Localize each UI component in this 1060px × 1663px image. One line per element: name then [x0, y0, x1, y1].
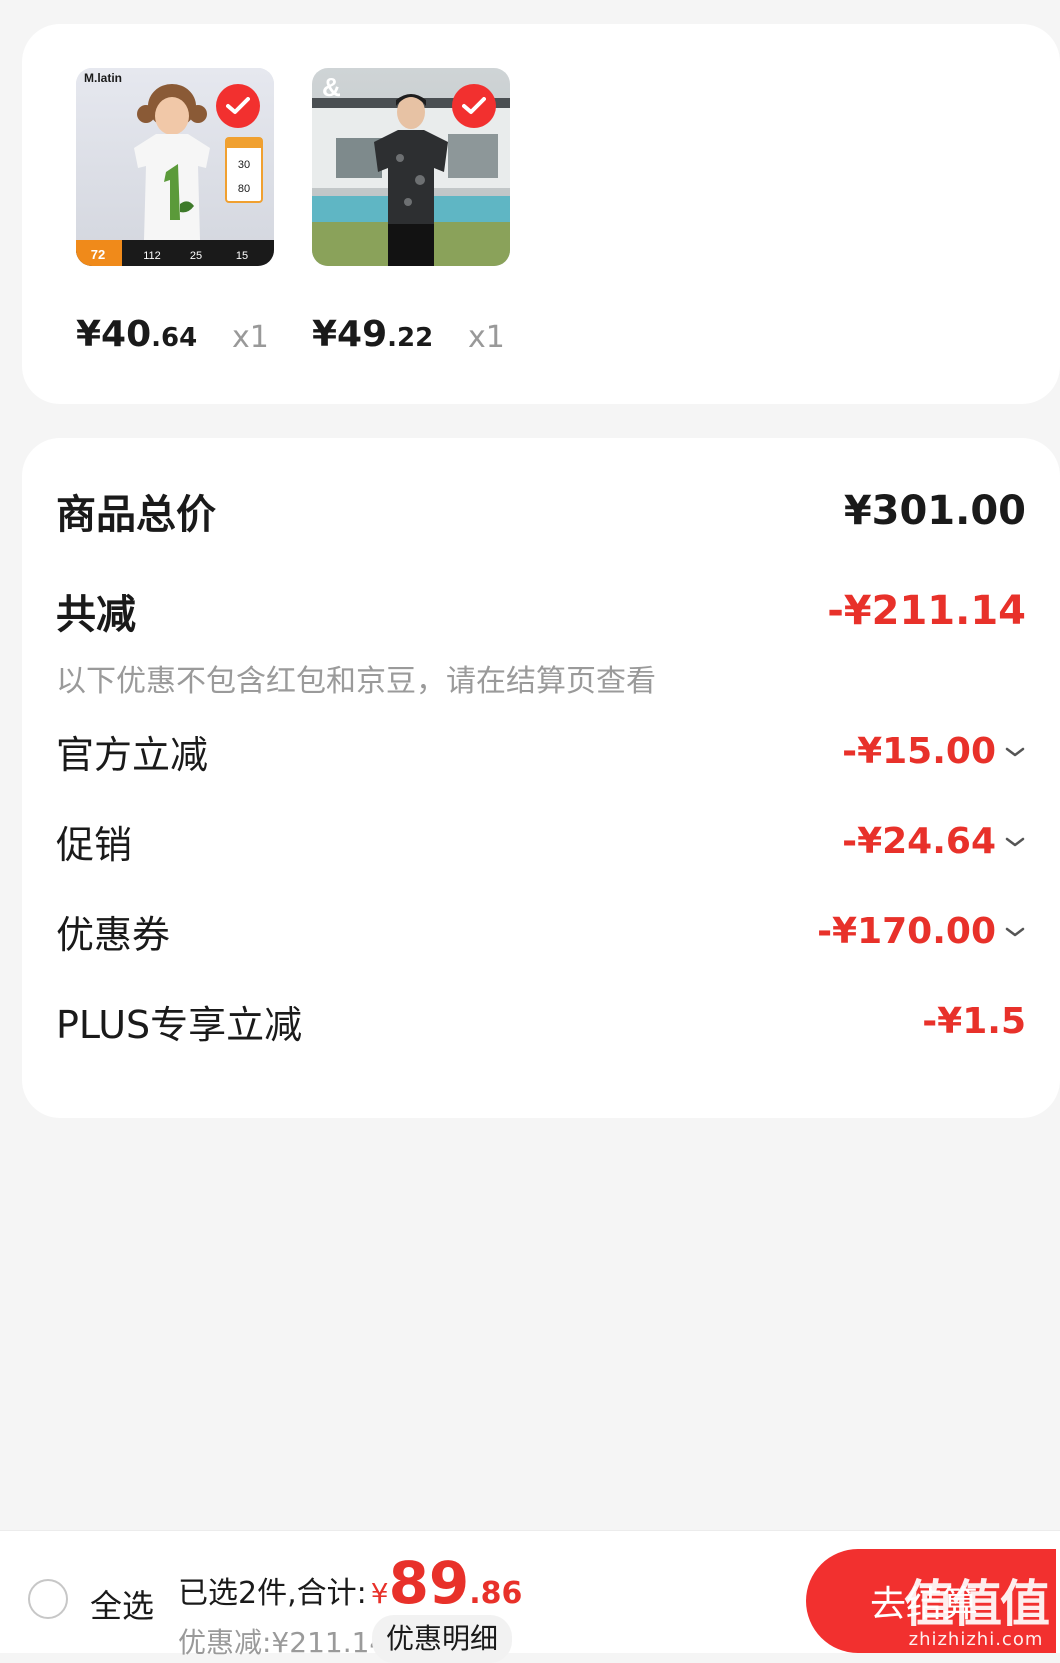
discount-amount: -¥170.00 [817, 911, 996, 952]
product-2-price: ¥49.22 [312, 314, 433, 355]
total-reduction-row: 共减 -¥211.14 [56, 582, 1026, 640]
product-1-image[interactable]: M.latin 30 80 72 112 25 15 [76, 68, 274, 266]
checkmark-icon [462, 97, 486, 114]
discount-row-promotion[interactable]: 促销 -¥24.64 [56, 814, 1026, 869]
discount-amount: -¥1.5 [922, 1001, 1026, 1042]
chevron-down-icon[interactable] [1004, 835, 1026, 849]
discount-label: 优惠券 [56, 913, 171, 957]
total-reduction-value: -¥211.14 [827, 588, 1026, 634]
discount-label: 官方立减 [56, 733, 209, 777]
product-2-image[interactable]: & [312, 68, 510, 266]
product-2-price-int: ¥49 [312, 314, 388, 355]
total-reduction-label: 共减 [56, 592, 136, 638]
cart-product-1[interactable]: M.latin 30 80 72 112 25 15 [76, 68, 274, 266]
product-1-promo-side-b: 80 [238, 183, 250, 195]
checkout-bar: 全选 已选2件,合计: ¥ 89 .86 优惠减:¥211.14 优惠明细 去结… [0, 1530, 1060, 1663]
product-1-brand: M.latin [84, 71, 122, 85]
goods-total-value: ¥301.00 [843, 488, 1026, 534]
select-all-label[interactable]: 全选 [90, 1581, 154, 1627]
checkout-button[interactable]: 去结算 [806, 1549, 1056, 1653]
product-1-promo-stat: 112 [143, 250, 161, 262]
product-1-promo-side-a: 30 [238, 159, 250, 171]
goods-total-row: 商品总价 ¥301.00 [56, 482, 1026, 540]
discount-row-coupon[interactable]: 优惠券 -¥170.00 [56, 904, 1026, 959]
checkmark-icon [226, 97, 250, 114]
discount-value: -¥15.00 [842, 731, 1026, 772]
chevron-down-icon[interactable] [1004, 925, 1026, 939]
product-1-price: ¥40.64 [76, 314, 197, 355]
product-2-price-dec: .22 [387, 323, 434, 353]
discount-row-official[interactable]: 官方立减 -¥15.00 [56, 724, 1026, 779]
product-1-selected-checkbox[interactable] [216, 84, 260, 128]
product-2-selected-checkbox[interactable] [452, 84, 496, 128]
chevron-down-icon[interactable] [1004, 745, 1026, 759]
discount-row-plus: PLUS专享立减 -¥1.5 [56, 994, 1026, 1049]
discount-detail-button[interactable]: 优惠明细 [372, 1615, 513, 1663]
total-amount-int: 89 [388, 1549, 470, 1617]
product-1-promo-stat: 15 [236, 250, 248, 262]
discount-note: 以下优惠不包含红包和京豆，请在结算页查看 [56, 664, 656, 699]
product-1-promo-stat: 25 [190, 250, 202, 262]
select-all-checkbox[interactable] [28, 1579, 68, 1619]
discount-label: PLUS专享立减 [56, 1003, 303, 1047]
product-1-quantity: x1 [232, 320, 269, 355]
product-2-brand: & [322, 72, 341, 102]
product-1-promo-tag: 72 [91, 247, 105, 262]
product-2-quantity: x1 [468, 320, 505, 355]
cart-products-card: M.latin 30 80 72 112 25 15 ¥40.64 x1 & ¥… [22, 24, 1060, 404]
product-1-price-dec: .64 [151, 323, 198, 353]
discount-amount: -¥24.64 [842, 821, 996, 862]
discount-label: 促销 [56, 823, 133, 867]
total-currency: ¥ [370, 1577, 389, 1610]
discount-amount: -¥15.00 [842, 731, 996, 772]
selected-count-text: 已选2件,合计: [178, 1576, 367, 1611]
selected-total: 已选2件,合计: ¥ 89 .86 [178, 1549, 522, 1617]
cart-product-2[interactable]: & [312, 68, 510, 266]
product-1-price-int: ¥40 [76, 314, 152, 355]
discount-value: -¥170.00 [817, 911, 1026, 952]
total-amount-dec: .86 [469, 1576, 523, 1611]
saved-amount: 优惠减:¥211.14 [178, 1626, 388, 1659]
price-summary-card: 商品总价 ¥301.00 共减 -¥211.14 以下优惠不包含红包和京豆，请在… [22, 438, 1060, 1118]
checkout-button-label: 去结算 [870, 1584, 979, 1625]
goods-total-label: 商品总价 [56, 492, 216, 538]
discount-value: -¥24.64 [842, 821, 1026, 862]
